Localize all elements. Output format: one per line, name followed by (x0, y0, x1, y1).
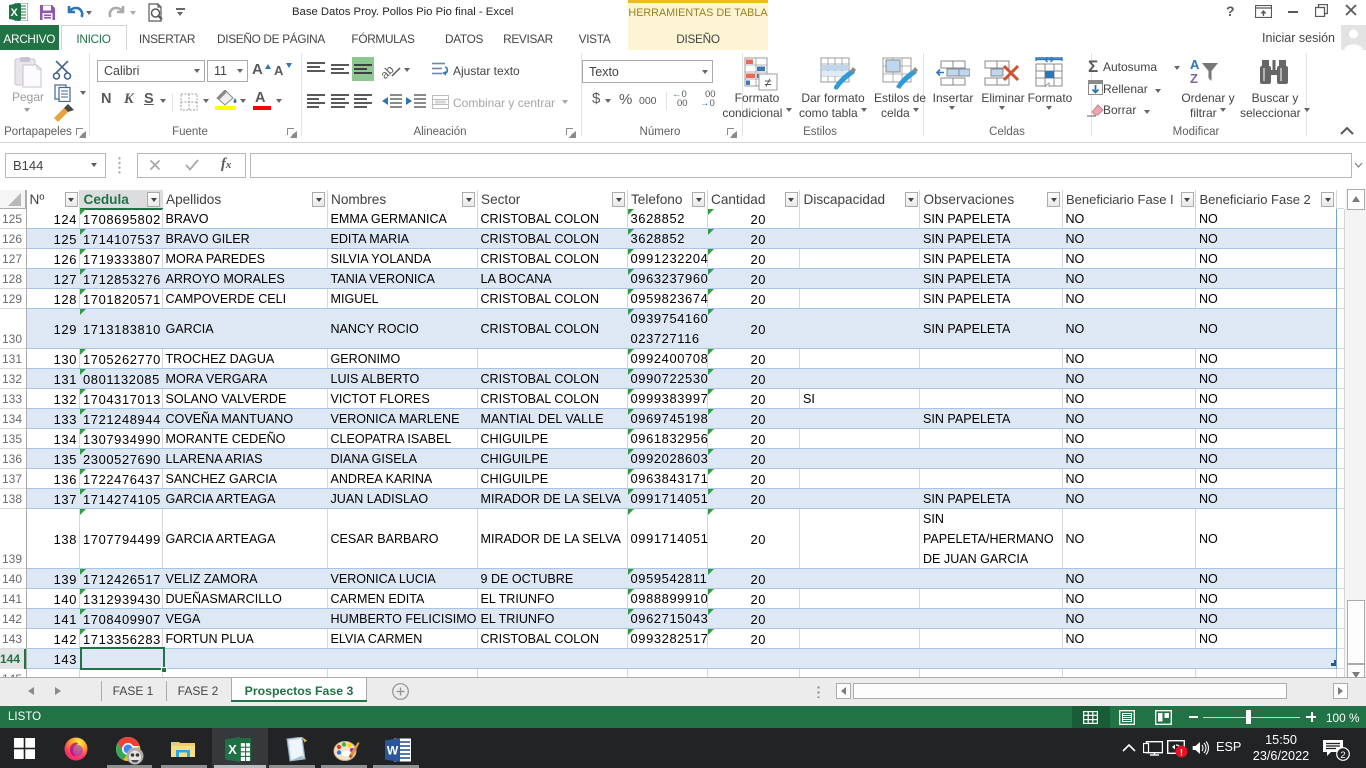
svg-text:!: ! (1180, 748, 1183, 759)
svg-text:X: X (11, 7, 19, 19)
svg-text:≠: ≠ (764, 75, 771, 90)
svg-text:A: A (1190, 57, 1200, 72)
svg-text:Z: Z (1190, 71, 1198, 86)
svg-text:2: 2 (1340, 750, 1345, 761)
svg-text:X: X (228, 742, 237, 757)
svg-text:ab: ab (382, 62, 397, 80)
svg-text:W: W (387, 744, 399, 758)
